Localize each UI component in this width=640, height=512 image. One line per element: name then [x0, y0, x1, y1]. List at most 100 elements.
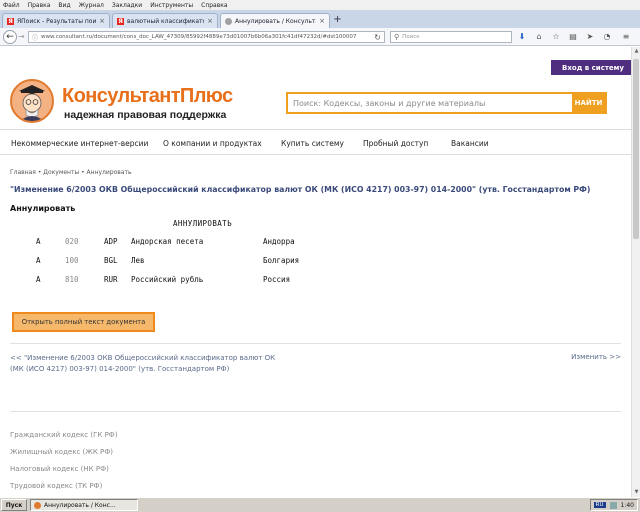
- browser-navbar: ← → ⓘ www.consultant.ru/document/cons_do…: [0, 28, 640, 46]
- login-button[interactable]: Вход в систему: [551, 60, 631, 75]
- scroll-down-icon[interactable]: ▼: [632, 488, 640, 497]
- scrollbar-thumb[interactable]: [633, 59, 639, 239]
- menu-bookmarks[interactable]: Закладки: [112, 2, 142, 9]
- codex-link-housing[interactable]: Жилищный кодекс (ЖК РФ): [10, 448, 113, 456]
- scroll-up-icon[interactable]: ▲: [632, 47, 640, 56]
- yandex-icon: Я: [117, 17, 124, 25]
- search-submit-button[interactable]: НАЙТИ: [572, 94, 605, 112]
- row-country: Болгария: [263, 256, 300, 265]
- table-heading: АННУЛИРОВАТЬ: [173, 219, 232, 228]
- nav-trial[interactable]: Пробный доступ: [363, 139, 428, 148]
- breadcrumb-documents[interactable]: Документы: [43, 169, 79, 176]
- nav-vacancies[interactable]: Вакансии: [451, 139, 489, 148]
- menu-view[interactable]: Вид: [58, 2, 70, 9]
- tab-label: Аннулировать / Консультан...: [235, 17, 316, 25]
- url-text: www.consultant.ru/document/cons_doc_LAW_…: [41, 34, 357, 40]
- clock: 1:40: [620, 501, 634, 509]
- row-flag: А: [36, 256, 41, 265]
- logo-tagline: надежная правовая поддержка: [64, 109, 227, 121]
- codex-link-tax[interactable]: Налоговый кодекс (НК РФ): [10, 465, 109, 473]
- main-navigation: Некоммерческие интернет-версии О компани…: [0, 129, 631, 155]
- consultant-icon: [225, 17, 232, 25]
- row-currency-name: Российский рубль: [131, 275, 204, 284]
- row-currency-name: Андорская песета: [131, 237, 204, 246]
- nav-noncommercial[interactable]: Некоммерческие интернет-версии: [11, 139, 148, 148]
- system-tray: RU 1:40: [589, 499, 638, 511]
- close-icon[interactable]: ×: [319, 17, 325, 25]
- menu-history[interactable]: Журнал: [79, 2, 104, 9]
- breadcrumb-current: Аннулировать: [86, 169, 132, 176]
- row-numeric-code: 100: [65, 256, 79, 265]
- breadcrumb-separator: •: [79, 169, 87, 176]
- prev-link-line: << "Изменение 6/2003 ОКВ Общероссийский …: [10, 354, 276, 362]
- professor-mascot-icon: [10, 79, 54, 123]
- close-icon[interactable]: ×: [99, 17, 105, 25]
- tab-strip: Я ЯПоиск - Результаты пои... × Я валютны…: [0, 10, 640, 28]
- logo-wordmark: КонсультантПлюс: [62, 85, 233, 107]
- download-icon[interactable]: ⬇: [516, 31, 528, 43]
- tab-label: ЯПоиск - Результаты пои...: [17, 17, 97, 25]
- next-document-link[interactable]: Изменить >>: [571, 353, 621, 361]
- info-icon[interactable]: ⓘ: [32, 33, 38, 42]
- start-button[interactable]: Пуск: [1, 499, 27, 511]
- page-scrollbar[interactable]: ▲ ▼: [631, 47, 640, 497]
- language-indicator[interactable]: RU: [593, 502, 606, 508]
- back-arrow-icon[interactable]: ←: [3, 30, 17, 44]
- taskbar-window-button[interactable]: Аннулировать / Конс...: [30, 499, 138, 511]
- row-country: Андорра: [263, 237, 295, 246]
- forward-arrow-icon[interactable]: →: [18, 32, 25, 41]
- reading-list-icon[interactable]: ▤: [567, 31, 579, 43]
- send-icon[interactable]: ➤: [584, 31, 596, 43]
- reload-icon[interactable]: ↻: [374, 33, 381, 42]
- site-search-box: НАЙТИ: [286, 92, 607, 114]
- nav-about[interactable]: О компании и продуктах: [163, 139, 262, 148]
- menu-tools[interactable]: Инструменты: [150, 2, 193, 9]
- home-icon[interactable]: ⌂: [533, 31, 545, 43]
- document-title[interactable]: "Изменение 6/2003 ОКВ Общероссийский кла…: [10, 185, 625, 194]
- browser-menubar: Файл Правка Вид Журнал Закладки Инструме…: [0, 0, 640, 10]
- breadcrumb-home[interactable]: Главная: [10, 169, 36, 176]
- row-alpha-code: ADP: [104, 237, 118, 246]
- browser-tab-yandex-search[interactable]: Я ЯПоиск - Результаты пои... ×: [2, 13, 110, 28]
- page-viewport: Вход в систему КонсультантПлюс надежная …: [0, 47, 631, 497]
- browser-search-placeholder: Поиск: [402, 34, 420, 40]
- menu-help[interactable]: Справка: [201, 2, 227, 9]
- new-tab-icon[interactable]: +: [332, 15, 343, 26]
- codex-link-labor[interactable]: Трудовой кодекс (ТК РФ): [10, 482, 102, 490]
- open-full-text-button[interactable]: Открыть полный текст документа: [12, 312, 155, 332]
- taskbar-window-label: Аннулировать / Конс...: [44, 501, 116, 509]
- divider: [10, 411, 621, 412]
- row-currency-name: Лев: [131, 256, 145, 265]
- row-flag: А: [36, 237, 41, 246]
- row-alpha-code: BGL: [104, 256, 118, 265]
- breadcrumb: Главная • Документы • Аннулировать: [10, 169, 132, 176]
- url-bar[interactable]: ⓘ www.consultant.ru/document/cons_doc_LA…: [28, 31, 385, 43]
- firefox-icon: [34, 501, 41, 509]
- prev-link-line: (МК (ИСО 4217) 003-97) 014-2000" (утв. Г…: [10, 365, 230, 373]
- document-status-heading: Аннулировать: [10, 204, 76, 213]
- row-flag: А: [36, 275, 41, 284]
- row-numeric-code: 810: [65, 275, 79, 284]
- menu-file[interactable]: Файл: [3, 2, 20, 9]
- bookmark-star-icon[interactable]: ☆: [550, 31, 562, 43]
- browser-tab-consultant[interactable]: Аннулировать / Консультан... ×: [220, 13, 330, 28]
- prev-document-link[interactable]: << "Изменение 6/2003 ОКВ Общероссийский …: [10, 353, 310, 375]
- row-numeric-code: 020: [65, 237, 79, 246]
- browser-search-bar[interactable]: ⚲ Поиск: [390, 31, 512, 43]
- browser-tab-yandex-classifier[interactable]: Я валютный классификатор 2... ×: [112, 13, 218, 28]
- pocket-icon[interactable]: ◔: [601, 31, 613, 43]
- network-icon[interactable]: [609, 501, 617, 509]
- divider: [10, 343, 621, 344]
- site-logo[interactable]: КонсультантПлюс надежная правовая поддер…: [10, 76, 280, 126]
- nav-buy[interactable]: Купить систему: [281, 139, 344, 148]
- hamburger-menu-icon[interactable]: ≡: [620, 31, 632, 43]
- search-icon: ⚲: [394, 33, 400, 41]
- codex-link-civil[interactable]: Гражданский кодекс (ГК РФ): [10, 431, 118, 439]
- os-taskbar: Пуск Аннулировать / Конс... RU 1:40: [0, 497, 640, 512]
- yandex-icon: Я: [7, 17, 14, 25]
- row-country: Россия: [263, 275, 291, 284]
- row-alpha-code: RUR: [104, 275, 118, 284]
- menu-edit[interactable]: Правка: [28, 2, 51, 9]
- close-icon[interactable]: ×: [207, 17, 213, 25]
- site-search-input[interactable]: [288, 94, 572, 112]
